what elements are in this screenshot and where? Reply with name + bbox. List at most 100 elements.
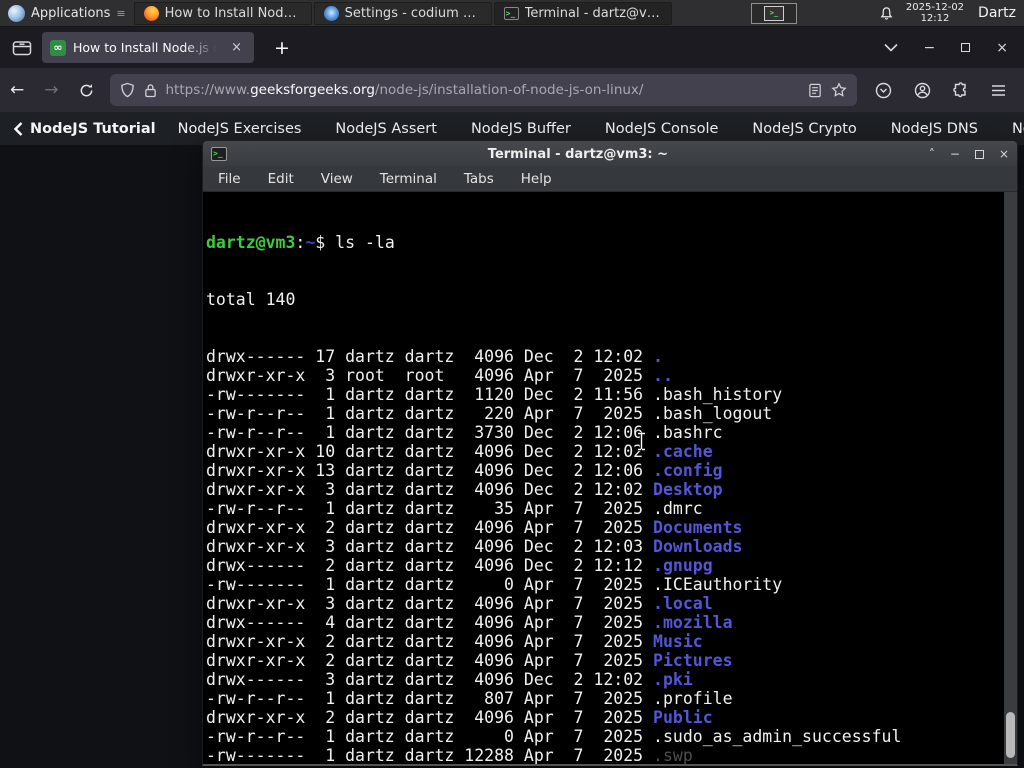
file-name: .ICEauthority <box>653 575 783 594</box>
terminal-line: drwxr-xr-x 3 root root 4096 Apr 7 2025 .… <box>206 366 673 385</box>
file-name: .bashrc <box>653 423 723 442</box>
taskbar-item-firefox[interactable]: How to Install Node.js o... <box>133 1 312 25</box>
list-all-tabs-icon[interactable] <box>883 43 898 52</box>
terminal-window: >_ Terminal - dartz@vm3: ~ ˄ − × File Ed… <box>202 140 1018 766</box>
account-icon[interactable] <box>914 82 931 99</box>
terminal-scrollbar-thumb[interactable] <box>1006 712 1015 758</box>
panel-username[interactable]: Dartz <box>978 5 1016 21</box>
browser-tab-active[interactable]: ∞ How to Install Node.js on × <box>42 32 254 63</box>
terminal-close-button[interactable]: × <box>999 147 1009 161</box>
menu-file[interactable]: File <box>218 171 241 187</box>
url-bar[interactable]: https://www.geeksforgeeks.org/node-js/in… <box>109 74 857 106</box>
clock-time: 12:12 <box>920 13 950 24</box>
nav-item-console[interactable]: NodeJS Console <box>605 121 719 137</box>
mouse-cursor-ibeam <box>636 432 646 451</box>
menu-terminal[interactable]: Terminal <box>380 171 437 187</box>
clock-date: 2025-12-02 <box>905 2 965 13</box>
terminal-icon: >_ <box>503 6 519 20</box>
browser-maximize-button[interactable] <box>961 43 971 52</box>
firefox-icon <box>143 5 159 21</box>
browser-tab-bar: ∞ How to Install Node.js on × + − × <box>0 27 1024 68</box>
terminal-menu-bar: File Edit View Terminal Tabs Help <box>203 167 1017 192</box>
pocket-icon[interactable] <box>875 82 892 99</box>
lock-icon[interactable] <box>144 83 157 98</box>
terminal-title-bar[interactable]: >_ Terminal - dartz@vm3: ~ ˄ − × <box>203 141 1017 167</box>
file-name: . <box>653 347 663 366</box>
terminal-line: drwx------ 2 dartz dartz 4096 Dec 2 12:1… <box>206 556 713 575</box>
nav-item-assert[interactable]: NodeJS Assert <box>335 121 437 137</box>
terminal-line: drwxr-xr-x 10 dartz dartz 4096 Dec 2 12:… <box>206 442 713 461</box>
desktop: Applications ≡ How to Install Node.js o.… <box>0 0 1024 768</box>
workspace-switcher[interactable]: >_ <box>750 2 797 24</box>
applications-menu[interactable]: Applications ≡ <box>0 0 133 26</box>
file-name: .gnupg <box>653 556 713 575</box>
terminal-window-icon: >_ <box>211 147 227 161</box>
terminal-shade-button[interactable]: ˄ <box>929 147 935 161</box>
terminal-line: drwxr-xr-x 2 dartz dartz 4096 Apr 7 2025… <box>206 651 733 670</box>
terminal-maximize-button[interactable] <box>974 149 984 159</box>
taskbar-label: Settings - codium script... <box>344 5 482 21</box>
terminal-line: -rw------- 1 dartz dartz 12288 Apr 7 202… <box>206 746 693 764</box>
terminal-line: drwxr-xr-x 3 dartz dartz 4096 Dec 2 12:0… <box>206 480 723 499</box>
browser-close-button[interactable]: × <box>996 40 1008 56</box>
terminal-line: -rw-r--r-- 1 dartz dartz 807 Apr 7 2025 … <box>206 689 733 708</box>
menu-edit[interactable]: Edit <box>268 171 294 187</box>
terminal-line: drwx------ 17 dartz dartz 4096 Dec 2 12:… <box>206 347 663 366</box>
nav-item-buffer[interactable]: NodeJS Buffer <box>471 121 571 137</box>
back-icon[interactable]: ← <box>0 80 34 100</box>
file-name: Downloads <box>653 537 743 556</box>
taskbar-item-terminal[interactable]: >_ Terminal - dartz@vm3: ~ <box>493 1 672 25</box>
menu-view[interactable]: View <box>321 171 353 187</box>
bookmark-star-icon[interactable] <box>831 82 847 98</box>
file-name: .local <box>653 594 713 613</box>
notification-bell-icon[interactable] <box>879 6 894 21</box>
nav-item-crypto[interactable]: NodeJS Crypto <box>752 121 856 137</box>
extensions-icon[interactable] <box>953 82 969 98</box>
terminal-line: drwx------ 3 dartz dartz 4096 Dec 2 12:0… <box>206 670 693 689</box>
url-text[interactable]: https://www.geeksforgeeks.org/node-js/in… <box>166 82 800 98</box>
terminal-line: -rw-r--r-- 1 dartz dartz 3730 Dec 2 12:0… <box>206 423 723 442</box>
terminal-line: -rw-r--r-- 1 dartz dartz 35 Apr 7 2025 .… <box>206 499 703 518</box>
file-name: Pictures <box>653 651 733 670</box>
new-tab-button[interactable]: + <box>266 37 298 59</box>
panel-clock[interactable]: 2025-12-02 12:12 <box>906 2 964 24</box>
window-menu-icon[interactable]: ≡ <box>116 7 125 20</box>
forward-icon[interactable]: → <box>34 80 68 100</box>
terminal-line: drwxr-xr-x 3 dartz dartz 4096 Apr 7 2025… <box>206 594 713 613</box>
nav-item-truncated[interactable]: Node <box>1012 121 1024 137</box>
nav-back-tutorial[interactable]: NodeJS Tutorial <box>14 121 156 137</box>
terminal-minimize-button[interactable]: − <box>950 147 960 161</box>
nav-item-exercises[interactable]: NodeJS Exercises <box>178 121 302 137</box>
file-name: Documents <box>653 518 743 537</box>
tab-close-icon[interactable]: × <box>227 39 246 56</box>
file-name: Public <box>653 708 713 727</box>
terminal-line: drwxr-xr-x 2 dartz dartz 4096 Apr 7 2025… <box>206 632 703 651</box>
menu-help[interactable]: Help <box>521 171 552 187</box>
firefox-view-icon[interactable] <box>12 39 32 57</box>
file-name: Music <box>653 632 703 651</box>
terminal-listing: drwx------ 17 dartz dartz 4096 Dec 2 12:… <box>206 347 1017 764</box>
reload-icon[interactable] <box>69 83 104 98</box>
file-name: .mozilla <box>653 613 733 632</box>
taskbar-label: Terminal - dartz@vm3: ~ <box>524 5 662 21</box>
terminal-command: ls -la <box>335 233 395 252</box>
file-name: .swp <box>653 746 693 764</box>
file-name: .profile <box>653 689 733 708</box>
nav-item-dns[interactable]: NodeJS DNS <box>891 121 978 137</box>
reader-mode-icon[interactable] <box>808 83 822 98</box>
terminal-prompt-line: dartz@vm3:~$ ls -la <box>206 233 395 252</box>
menu-tabs[interactable]: Tabs <box>464 171 494 187</box>
file-name: .pki <box>653 670 693 689</box>
terminal-title: Terminal - dartz@vm3: ~ <box>487 146 669 162</box>
shield-icon[interactable] <box>120 82 135 98</box>
browser-minimize-button[interactable]: − <box>924 40 936 56</box>
applications-icon <box>8 4 25 22</box>
menu-hamburger-icon[interactable] <box>991 84 1006 97</box>
taskbar-item-codium[interactable]: Settings - codium script... <box>313 1 492 25</box>
terminal-content[interactable]: dartz@vm3:~$ ls -la total 140 drwx------… <box>203 192 1017 764</box>
file-name: .bash_logout <box>653 404 773 423</box>
terminal-scrollbar[interactable] <box>1004 192 1017 764</box>
tab-title: How to Install Node.js on <box>73 40 221 55</box>
terminal-line: drwxr-xr-x 3 dartz dartz 4096 Dec 2 12:0… <box>206 537 743 556</box>
file-name: .. <box>653 366 673 385</box>
